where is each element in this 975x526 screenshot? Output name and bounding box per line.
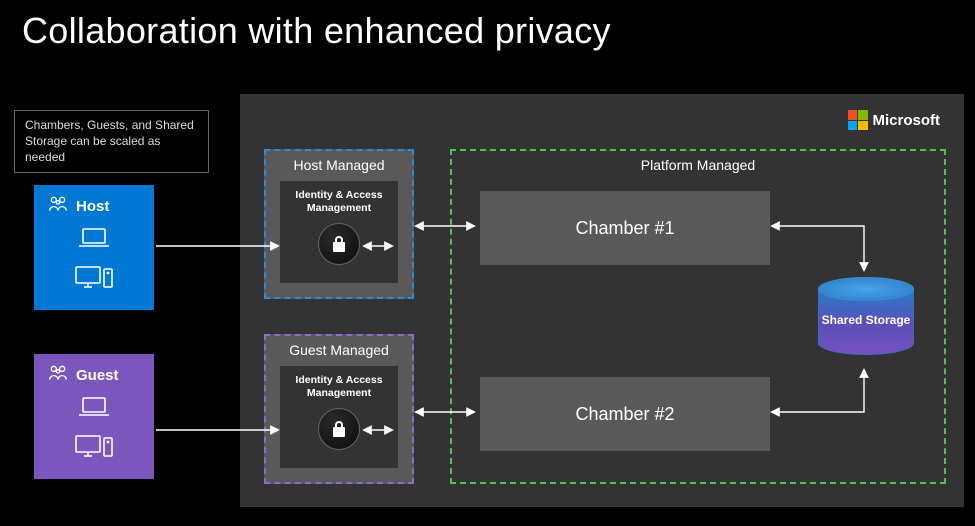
guest-managed-box: Guest Managed Identity & Access Manageme… xyxy=(264,334,414,484)
microsoft-logo-icon xyxy=(848,110,868,130)
scale-note: Chambers, Guests, and Shared Storage can… xyxy=(14,110,209,173)
storage-label: Shared Storage xyxy=(818,313,914,327)
guest-iam-box: Identity & Access Management xyxy=(280,366,398,468)
guest-iam-label: Identity & Access Management xyxy=(280,374,398,400)
guest-label: Guest xyxy=(76,367,119,384)
guest-managed-title: Guest Managed xyxy=(266,336,412,362)
host-party-box: Host xyxy=(34,185,154,310)
platform-managed-title: Platform Managed xyxy=(452,151,944,179)
shared-storage: Shared Storage xyxy=(818,277,914,367)
lock-icon xyxy=(318,223,360,265)
laptop-icon xyxy=(77,226,111,255)
users-icon xyxy=(48,195,68,218)
page-title: Collaboration with enhanced privacy xyxy=(22,10,611,52)
host-iam-box: Identity & Access Management xyxy=(280,181,398,283)
microsoft-brand-text: Microsoft xyxy=(873,112,941,129)
desktop-icon xyxy=(74,434,114,465)
main-container: Microsoft Host Managed Identity & Access… xyxy=(240,94,964,507)
chamber-2: Chamber #2 xyxy=(480,377,770,451)
guest-party-box: Guest xyxy=(34,354,154,479)
users-icon xyxy=(48,364,68,387)
host-managed-box: Host Managed Identity & Access Managemen… xyxy=(264,149,414,299)
microsoft-logo: Microsoft xyxy=(848,110,941,130)
storage-cylinder-icon: Shared Storage xyxy=(818,277,914,367)
host-managed-title: Host Managed xyxy=(266,151,412,177)
platform-managed-box: Platform Managed Chamber #1 Chamber #2 S… xyxy=(450,149,946,484)
chamber-1: Chamber #1 xyxy=(480,191,770,265)
laptop-icon xyxy=(77,395,111,424)
lock-icon xyxy=(318,408,360,450)
desktop-icon xyxy=(74,265,114,296)
host-iam-label: Identity & Access Management xyxy=(280,189,398,215)
host-label: Host xyxy=(76,198,109,215)
